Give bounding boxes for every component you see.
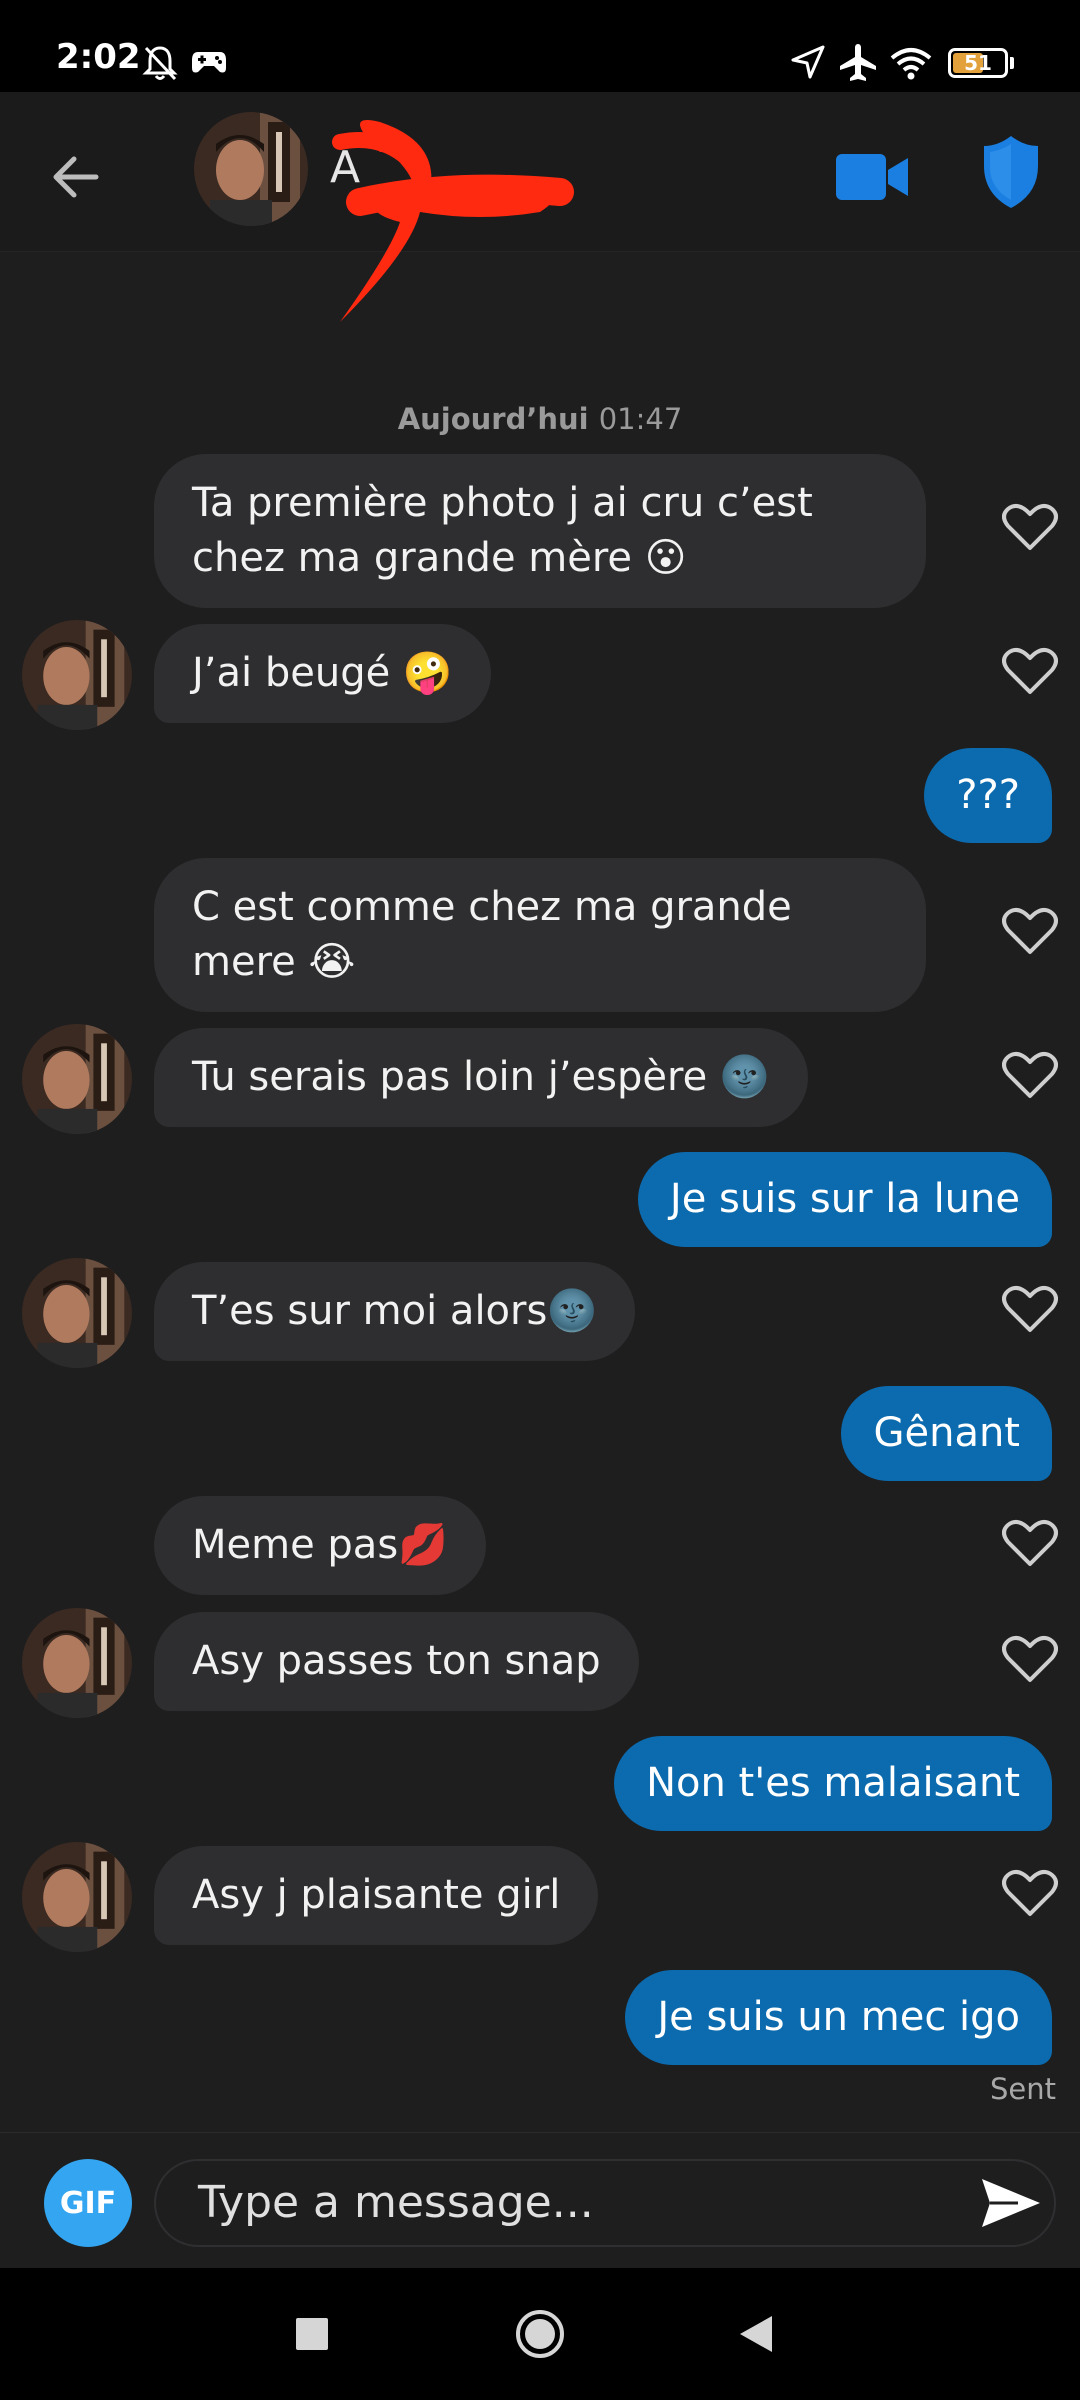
sender-photo (22, 1258, 132, 1368)
heart-icon[interactable] (1002, 906, 1058, 956)
message-bubble-sent[interactable]: Je suis un mec igo (625, 1970, 1052, 2065)
sender-photo (22, 1842, 132, 1952)
sender-photo (22, 1608, 132, 1718)
game-controller-icon (192, 52, 226, 73)
message-composer: GIF Type a message... (0, 2132, 1080, 2268)
sender-photo (22, 1024, 132, 1134)
message-bubble-sent[interactable]: Je suis sur la lune (637, 1152, 1052, 1247)
send-button[interactable] (978, 2173, 1044, 2233)
contact-avatar[interactable] (194, 112, 308, 226)
sent-status: Sent (989, 2072, 1056, 2106)
video-call-button[interactable] (832, 142, 912, 212)
video-camera-icon (836, 154, 908, 200)
message-bubble[interactable]: Ta première photo j ai cru c’est chez ma… (154, 454, 926, 608)
message-bubble[interactable]: Asy passes ton snap (154, 1612, 639, 1711)
home-circle-icon[interactable] (514, 2308, 566, 2360)
message-bubble[interactable]: Meme pas💋 (154, 1496, 486, 1595)
heart-icon[interactable] (1002, 1518, 1058, 1568)
back-button[interactable] (40, 142, 110, 212)
sender-avatar[interactable] (22, 1024, 132, 1134)
system-nav-bar (0, 2268, 1080, 2400)
message-bubble-sent[interactable]: Gênant (841, 1386, 1052, 1481)
redaction-scribble (332, 120, 574, 322)
sender-photo (22, 620, 132, 730)
sender-avatar[interactable] (22, 1842, 132, 1952)
back-arrow-icon (53, 156, 99, 198)
back-triangle-icon[interactable] (738, 2314, 774, 2354)
heart-icon[interactable] (1002, 1868, 1058, 1918)
date-time: 01:47 (598, 402, 683, 436)
message-bubble-sent[interactable]: ??? (924, 748, 1052, 843)
message-input[interactable]: Type a message... (154, 2159, 1056, 2247)
status-bar: 2:02 51 (0, 0, 1080, 92)
message-bubble[interactable]: Tu serais pas loin j’espère 🌚 (154, 1028, 808, 1127)
heart-icon[interactable] (1002, 1050, 1058, 1100)
status-time: 2:02 (56, 37, 141, 77)
battery-level: 51 (964, 51, 992, 75)
heart-icon[interactable] (1002, 1634, 1058, 1684)
battery-icon: 51 (948, 48, 1014, 78)
message-bubble[interactable]: T’es sur moi alors🌚 (154, 1262, 636, 1361)
heart-icon[interactable] (1002, 1284, 1058, 1334)
safety-button[interactable] (980, 132, 1042, 212)
location-arrow-icon (791, 45, 825, 79)
gif-button[interactable]: GIF (44, 2159, 132, 2247)
wifi-icon (890, 48, 932, 80)
contact-photo (194, 112, 308, 226)
shield-icon (984, 136, 1038, 208)
bell-off-icon (142, 46, 178, 81)
sender-avatar[interactable] (22, 1608, 132, 1718)
airplane-icon (840, 44, 876, 81)
sender-avatar[interactable] (22, 1258, 132, 1368)
message-bubble[interactable]: J’ai beugé 🤪 (154, 624, 491, 723)
message-bubble-sent[interactable]: Non t'es malaisant (614, 1736, 1052, 1831)
heart-icon[interactable] (1002, 502, 1058, 552)
message-input-placeholder: Type a message... (198, 2177, 594, 2228)
chat-header: A (0, 92, 1080, 322)
sender-avatar[interactable] (22, 620, 132, 730)
send-icon (982, 2179, 1040, 2227)
message-bubble[interactable]: Asy j plaisante girl (154, 1846, 599, 1945)
recents-square-icon[interactable] (294, 2316, 330, 2352)
date-label: Aujourd’hui (397, 402, 589, 436)
heart-icon[interactable] (1002, 646, 1058, 696)
message-bubble[interactable]: C est comme chez ma grande mere 😭 (154, 858, 926, 1012)
date-stamp: Aujourd’hui 01:47 (0, 402, 1080, 436)
